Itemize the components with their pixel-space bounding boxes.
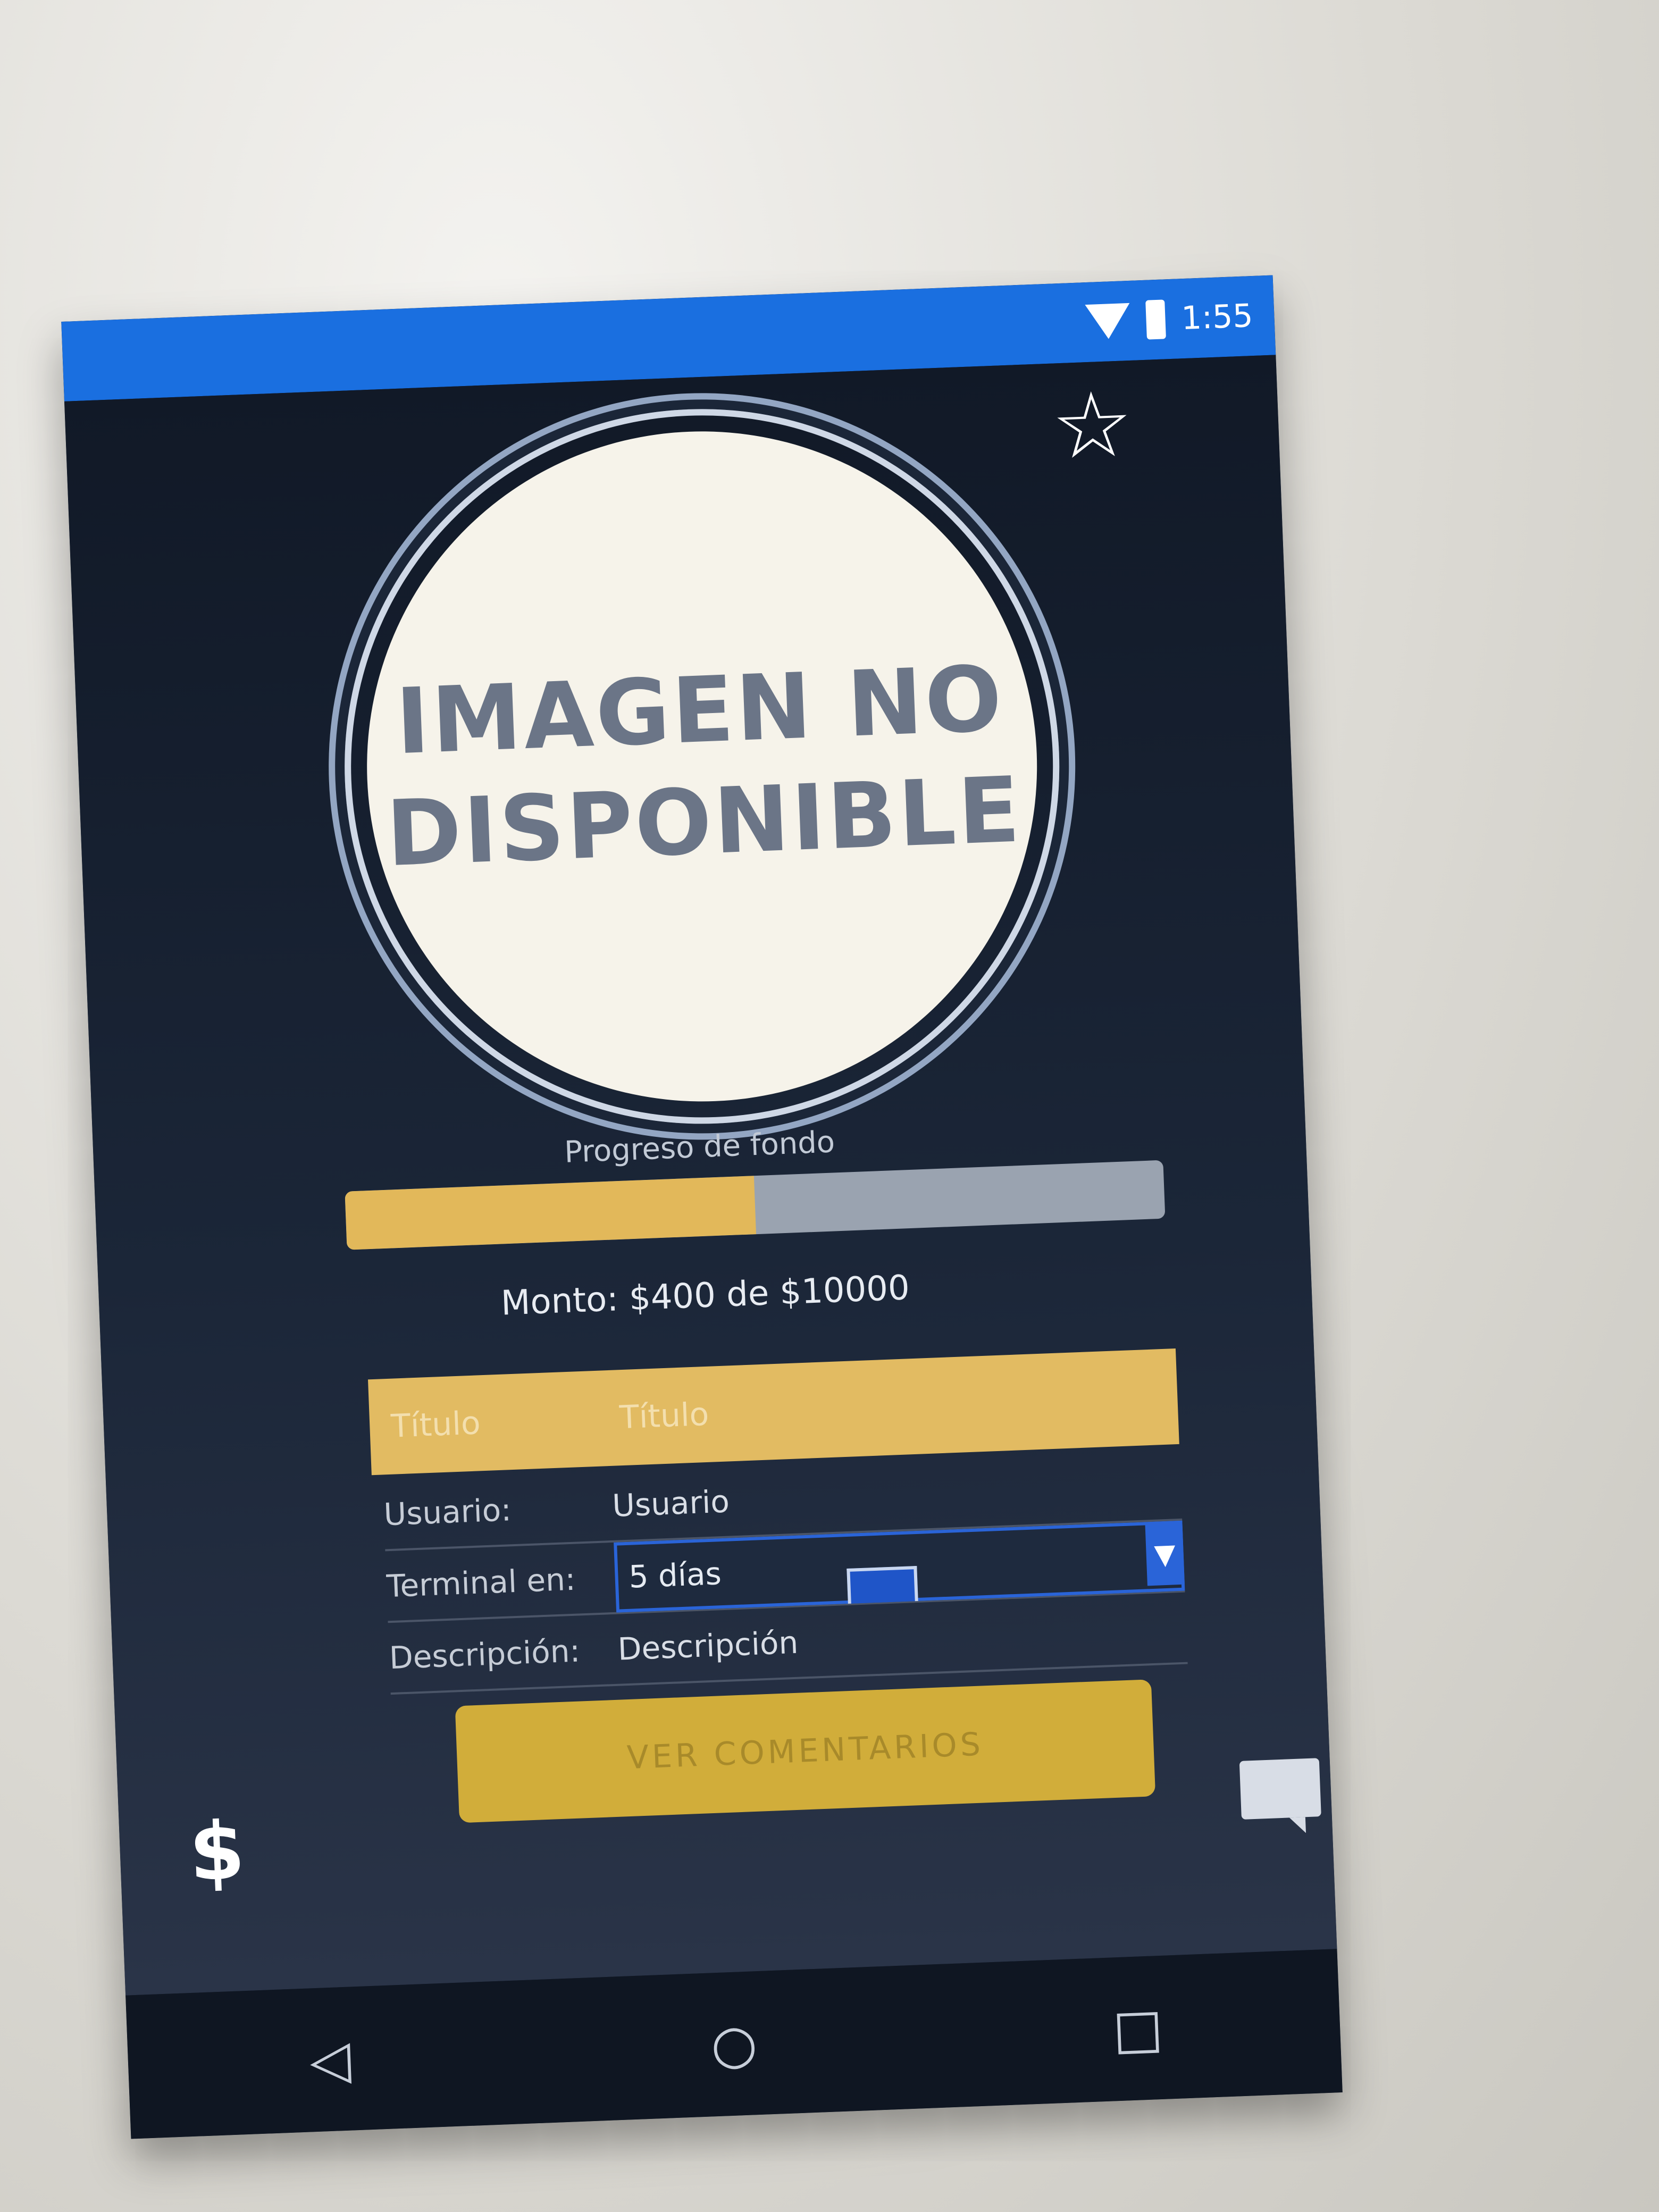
dropdown-icon[interactable]: ▾ (1145, 1520, 1185, 1586)
placeholder-line-2: DISPONIBLE (384, 757, 1024, 887)
image-frame: IMAGEN NO DISPONIBLE (331, 396, 1073, 1137)
funding-progress-bar (345, 1160, 1166, 1250)
status-time: 1:55 (1180, 297, 1254, 338)
dollar-icon[interactable]: $ (188, 1805, 247, 1899)
back-icon[interactable]: ◁ (287, 2026, 374, 2092)
row-value: Usuario (611, 1483, 731, 1524)
row-label: Descripción: (388, 1632, 581, 1677)
amount-text: Monto: $400 de $10000 (500, 1268, 911, 1323)
table-header-col2: Título (618, 1395, 710, 1437)
battery-icon (1145, 299, 1167, 340)
table-header-col1: Título (390, 1404, 481, 1445)
row-label: Terminal en: (386, 1561, 576, 1605)
comment-icon[interactable] (1239, 1758, 1321, 1820)
select-value: 5 días (628, 1555, 722, 1595)
recents-icon[interactable]: □ (1094, 1996, 1182, 2061)
text-selection-handle[interactable] (847, 1565, 918, 1604)
phone-screen: 1:55 ☆ IMAGEN NO DISPONIBLE Progreso de … (61, 275, 1343, 2139)
row-label: Usuario: (383, 1492, 512, 1533)
placeholder-text: IMAGEN NO DISPONIBLE (380, 643, 1024, 891)
main-content: ☆ IMAGEN NO DISPONIBLE Progreso de fondo… (64, 355, 1337, 1996)
view-comments-button[interactable]: VER COMENTARIOS (455, 1679, 1156, 1823)
home-icon[interactable]: ○ (690, 2011, 777, 2076)
wifi-icon (1085, 303, 1132, 340)
progress-fill (345, 1176, 757, 1250)
status-icons: 1:55 (1085, 292, 1254, 346)
image-placeholder: IMAGEN NO DISPONIBLE (354, 418, 1050, 1115)
star-outline-icon[interactable]: ☆ (1048, 372, 1136, 480)
row-value: Descripción (617, 1624, 799, 1668)
